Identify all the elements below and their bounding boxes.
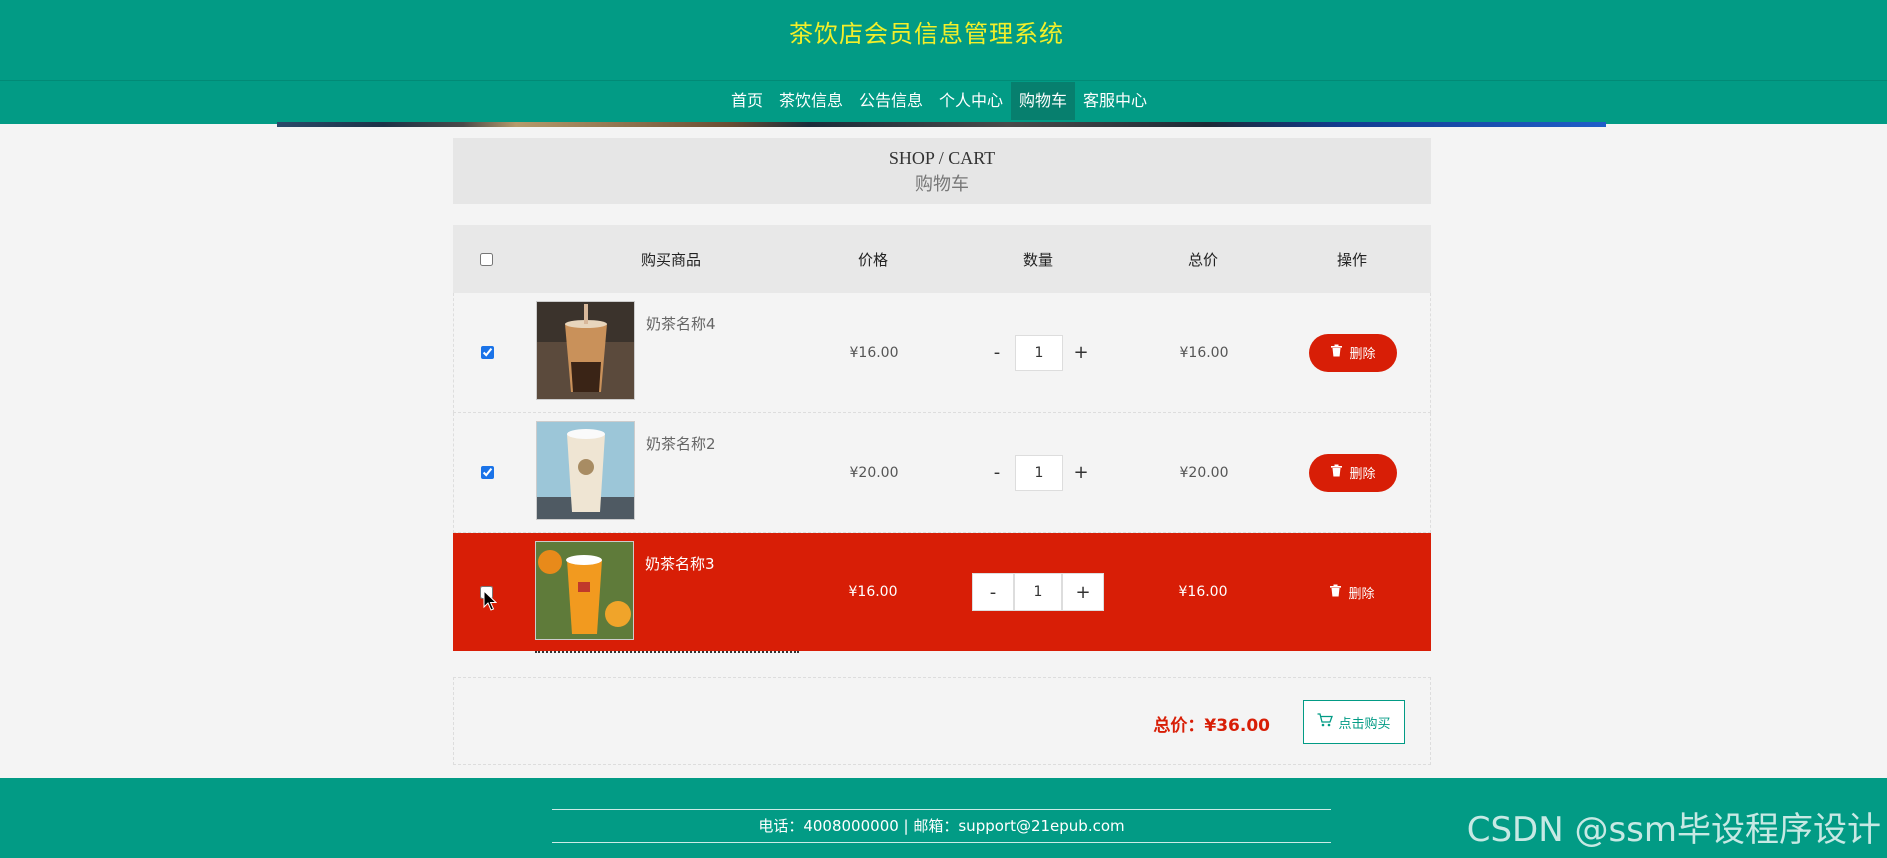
- section-heading: SHOP / CART 购物车: [453, 138, 1431, 204]
- qty-value[interactable]: 1: [1015, 334, 1063, 371]
- mouse-cursor-icon: [483, 589, 498, 616]
- table-header: 购买商品 价格 数量 总价 操作: [453, 225, 1431, 293]
- nav-item-home[interactable]: 首页: [723, 82, 771, 120]
- select-all-cell: [453, 225, 519, 293]
- total-price: 总价：¥36.00: [1153, 711, 1270, 736]
- buy-label: 点击购买: [1338, 716, 1391, 732]
- row-checkbox[interactable]: [480, 346, 494, 359]
- product-image[interactable]: [536, 301, 635, 400]
- trash-icon: [1330, 344, 1343, 361]
- product-image[interactable]: [536, 421, 635, 520]
- product-name[interactable]: 奶茶名称4: [646, 313, 716, 334]
- watermark: CSDN @ssm毕设程序设计: [1466, 810, 1881, 850]
- delete-label: 删除: [1349, 347, 1376, 362]
- header-price: 价格: [857, 250, 888, 269]
- qty-minus-button[interactable]: -: [972, 573, 1014, 611]
- section-title-cn: 购物车: [915, 174, 969, 195]
- qty-value[interactable]: 1: [1015, 454, 1063, 491]
- row-total: ¥20.00: [1179, 464, 1229, 481]
- header-product: 购买商品: [640, 250, 701, 269]
- product-name[interactable]: 奶茶名称3: [645, 553, 715, 574]
- trash-icon: [1330, 464, 1343, 481]
- nav-divider: [0, 80, 1887, 81]
- footer-divider-top: [552, 809, 1331, 810]
- site-title: 茶饮店会员信息管理系统: [789, 20, 1064, 48]
- footer-divider-bottom: [552, 842, 1331, 843]
- section-title-en: SHOP / CART: [888, 148, 996, 168]
- cart-table: 购买商品 价格 数量 总价 操作 奶茶名称4 ¥16.00 - 1 + ¥16.…: [453, 225, 1431, 653]
- header-qty: 数量: [1022, 250, 1053, 269]
- select-all-checkbox[interactable]: [480, 252, 493, 266]
- qty-plus-button[interactable]: +: [1062, 573, 1104, 611]
- row-hover-outline: [535, 651, 799, 653]
- total-label: 总价：: [1153, 716, 1205, 736]
- delete-button[interactable]: 删除: [1309, 453, 1397, 492]
- row-total: ¥16.00: [1178, 584, 1228, 600]
- unit-price: ¥20.00: [849, 464, 899, 481]
- quantity-stepper: - 1 +: [979, 334, 1099, 371]
- row-total: ¥16.00: [1179, 344, 1229, 361]
- nav-item-notices[interactable]: 公告信息: [851, 82, 931, 120]
- nav-item-tea-info[interactable]: 茶饮信息: [771, 82, 851, 120]
- table-row: 奶茶名称4 ¥16.00 - 1 + ¥16.00 删除: [453, 293, 1431, 413]
- delete-label: 删除: [1348, 586, 1375, 602]
- qty-minus-button[interactable]: -: [979, 455, 1015, 491]
- delete-button[interactable]: 删除: [1309, 333, 1397, 372]
- row-checkbox[interactable]: [480, 466, 494, 479]
- banner-image-strip: [277, 122, 1606, 127]
- product-image[interactable]: [535, 541, 634, 640]
- quantity-stepper: - 1 +: [972, 573, 1104, 611]
- delete-label: 删除: [1349, 467, 1376, 482]
- header-op: 操作: [1336, 250, 1367, 269]
- product-name[interactable]: 奶茶名称2: [646, 433, 716, 454]
- quantity-stepper: - 1 +: [979, 454, 1099, 491]
- qty-value[interactable]: 1: [1014, 573, 1062, 611]
- nav-item-cart[interactable]: 购物车: [1011, 82, 1076, 120]
- cart-icon: [1317, 713, 1334, 731]
- site-header: 茶饮店会员信息管理系统 首页 茶饮信息 公告信息 个人中心 购物车 客服中心: [0, 0, 1887, 124]
- delete-button[interactable]: 删除: [1308, 573, 1396, 611]
- qty-plus-button[interactable]: +: [1063, 455, 1099, 491]
- total-amount: ¥36.00: [1204, 716, 1270, 736]
- buy-button[interactable]: 点击购买: [1303, 700, 1405, 744]
- table-row: 奶茶名称2 ¥20.00 - 1 + ¥20.00 删除: [453, 413, 1431, 533]
- unit-price: ¥16.00: [849, 344, 899, 361]
- header-total: 总价: [1187, 250, 1218, 269]
- qty-minus-button[interactable]: -: [979, 335, 1015, 371]
- trash-icon: [1329, 584, 1342, 601]
- qty-plus-button[interactable]: +: [1063, 335, 1099, 371]
- main-nav: 首页 茶饮信息 公告信息 个人中心 购物车 客服中心: [0, 82, 1887, 122]
- table-row-highlighted: 奶茶名称3 ¥16.00 - 1 + ¥16.00 删除: [453, 533, 1431, 653]
- cart-summary: 总价：¥36.00 点击购买: [453, 677, 1431, 765]
- unit-price: ¥16.00: [848, 584, 898, 600]
- nav-item-support[interactable]: 客服中心: [1075, 82, 1155, 120]
- nav-item-profile[interactable]: 个人中心: [931, 82, 1011, 120]
